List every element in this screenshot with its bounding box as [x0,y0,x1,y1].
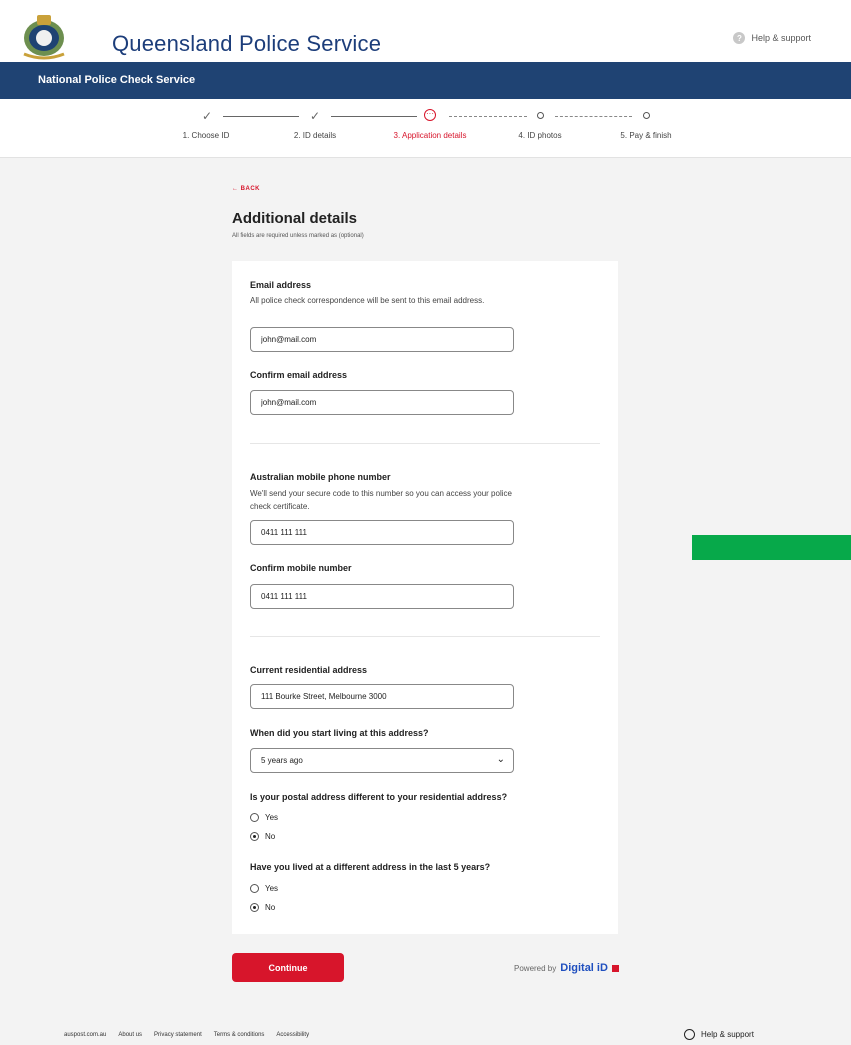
section-divider [250,636,600,637]
email-label: Email address [250,280,312,290]
current-step-icon: ··· [424,109,436,121]
digital-id-brand: Digital iD [560,962,608,974]
confirm-mobile-field[interactable] [250,584,514,609]
step-5-label: 5. Pay & finish [620,131,672,140]
confirm-mobile-input[interactable] [251,585,491,608]
postal-different-question: Is your postal address different to your… [250,792,508,802]
radio-checked-icon[interactable] [250,832,259,841]
page-subtitle: All fields are required unless marked as… [232,233,364,239]
footer-link-terms[interactable]: Terms & conditions [214,1032,265,1038]
details-form-card: Email address All police check correspon… [232,261,618,934]
confirm-mobile-label: Confirm mobile number [250,563,352,573]
postal-different-yes[interactable]: Yes [250,813,278,822]
step-4-circle-icon [531,109,549,123]
footer-link-auspost[interactable]: auspost.com.au [64,1032,106,1038]
radio-checked-icon[interactable] [250,903,259,912]
confirm-email-input[interactable] [251,391,491,414]
footer-help-label: Help & support [701,1030,754,1039]
top-header: Queensland Police Service ? Help & suppo… [0,0,851,62]
address-field[interactable] [250,684,514,709]
confirm-email-field[interactable] [250,390,514,415]
chevron-down-icon: ⌄ [496,754,505,765]
step-3-current-icon: ··· [421,109,439,123]
step-connector [331,116,417,117]
footer-link-privacy[interactable]: Privacy statement [154,1032,202,1038]
footer-links: auspost.com.au About us Privacy statemen… [64,1032,309,1038]
back-link[interactable]: ← BACK [232,186,260,192]
help-support-link[interactable]: ? Help & support [733,32,811,44]
radio-label: Yes [265,884,279,893]
living-since-select[interactable]: 5 years ago ⌄ [250,748,514,773]
postal-different-no[interactable]: No [250,832,275,841]
lived-elsewhere-no[interactable]: No [250,903,275,912]
confirm-email-label: Confirm email address [250,370,348,380]
footer-link-about[interactable]: About us [118,1032,142,1038]
step-connector-dashed [555,116,632,117]
email-input[interactable] [251,328,491,351]
step-connector-dashed [449,116,527,117]
address-label: Current residential address [250,665,368,675]
service-name: National Police Check Service [38,74,196,86]
section-divider [250,443,600,444]
radio-unchecked-icon[interactable] [250,813,259,822]
radio-label: No [265,903,276,912]
mobile-field[interactable] [250,520,514,545]
step-1-check-icon: ✓ [201,109,213,123]
feedback-tab[interactable] [692,535,851,560]
powered-by: Powered by Digital iD [514,962,619,974]
powered-by-label: Powered by [514,963,557,973]
footer-link-accessibility[interactable]: Accessibility [276,1032,309,1038]
step-connector [223,116,299,117]
lived-elsewhere-question: Have you lived at a different address in… [250,862,491,872]
mobile-hint: We'll send your secure code to this numb… [250,489,512,511]
mobile-label: Australian mobile phone number [250,472,391,482]
email-hint: All police check correspondence will be … [250,296,485,305]
address-input[interactable] [251,685,491,708]
digital-id-logo-icon [611,964,619,972]
footer-help-support[interactable]: Help & support [684,1029,754,1040]
service-bar: National Police Check Service [0,62,851,99]
help-icon: ? [733,32,746,44]
qps-crest-logo[interactable] [20,10,68,60]
continue-button[interactable]: Continue [232,953,344,982]
progress-stepper: ✓ ✓ ··· 1. Choose ID 2. ID details 3. Ap… [0,99,851,158]
step-1-label[interactable]: 1. Choose ID [183,131,230,140]
radio-unchecked-icon[interactable] [250,884,259,893]
step-5-circle-icon [637,109,655,123]
email-field[interactable] [250,327,514,352]
brand-title: Queensland Police Service [112,31,382,56]
radio-label: Yes [265,813,279,822]
living-since-value: 5 years ago [261,756,303,765]
mobile-input[interactable] [251,521,491,544]
step-4-label: 4. ID photos [518,131,562,140]
lived-elsewhere-yes[interactable]: Yes [250,884,278,893]
step-2-label[interactable]: 2. ID details [294,131,336,140]
step-3-label: 3. Application details [393,131,467,140]
page-title: Additional details [232,210,358,227]
radio-label: No [265,832,276,841]
living-since-label: When did you start living at this addres… [250,728,429,738]
help-support-label: Help & support [751,33,811,43]
step-2-check-icon: ✓ [309,109,321,123]
headset-icon [684,1029,695,1040]
